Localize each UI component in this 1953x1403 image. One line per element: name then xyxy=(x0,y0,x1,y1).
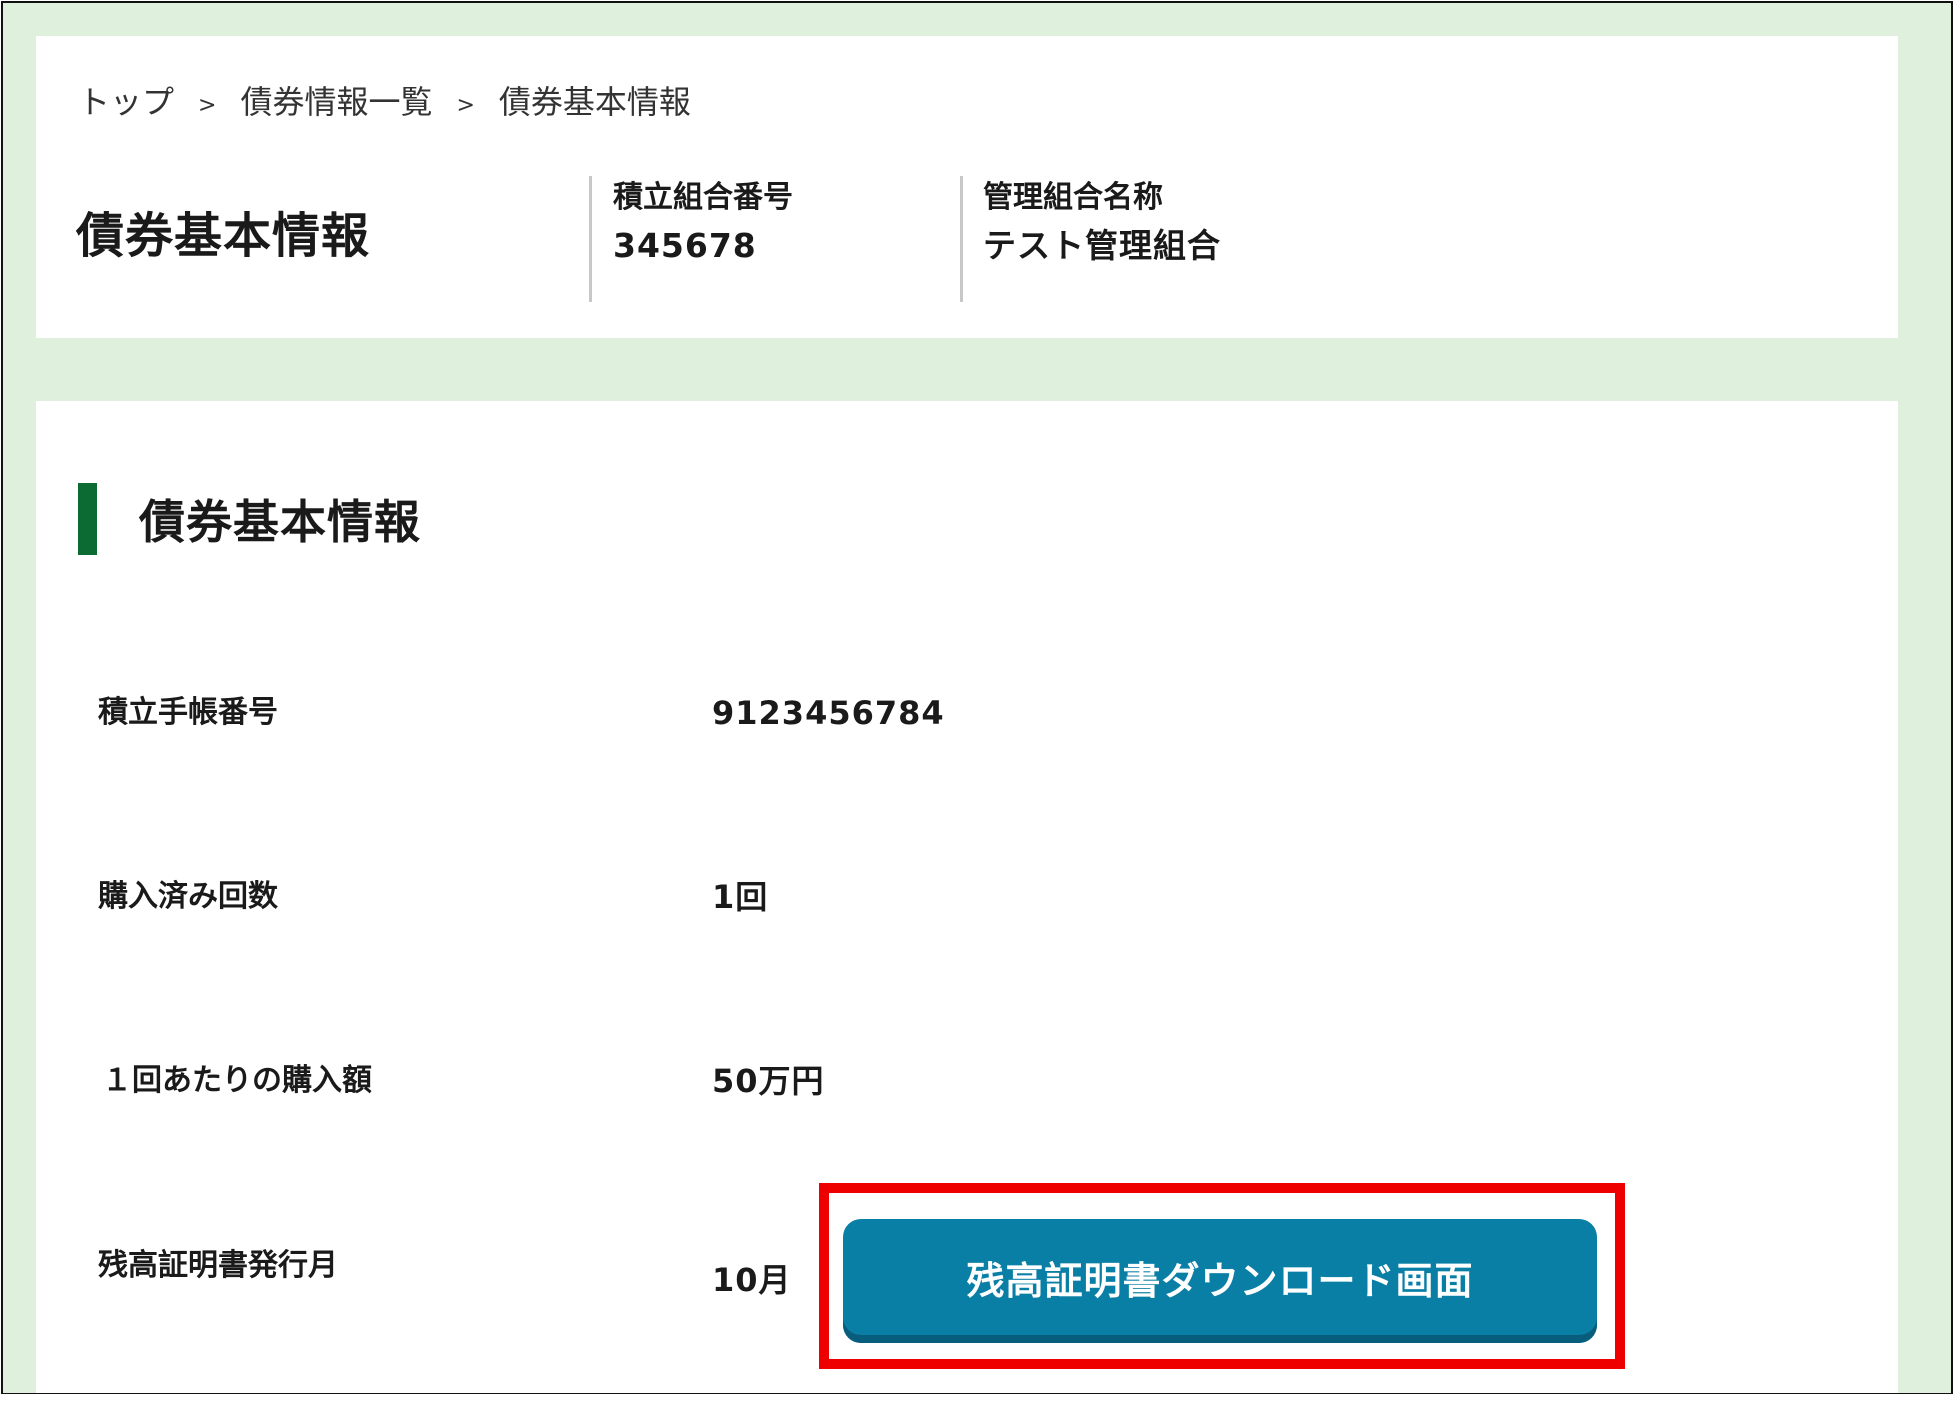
header-divider xyxy=(589,176,592,302)
breadcrumb-top-link[interactable]: トップ xyxy=(78,77,174,123)
section-heading-accent-bar xyxy=(78,483,97,555)
row-value: 9123456784 xyxy=(712,694,945,732)
breadcrumb: トップ > 債券情報一覧 > 債券基本情報 xyxy=(78,76,691,124)
balance-certificate-download-button[interactable]: 残高証明書ダウンロード画面 xyxy=(843,1219,1597,1343)
union-name-block: 管理組合名称 テスト管理組合 xyxy=(983,176,1221,272)
row-label: 残高証明書発行月 xyxy=(98,1248,338,1283)
header-divider xyxy=(960,176,963,302)
breadcrumb-bond-list-link[interactable]: 債券情報一覧 xyxy=(240,77,432,123)
breadcrumb-current-page: 債券基本情報 xyxy=(498,83,691,121)
union-name-label: 管理組合名称 xyxy=(983,180,1163,215)
page-title: 債券基本情報 xyxy=(76,208,371,264)
union-number-label: 積立組合番号 xyxy=(613,180,793,215)
row-label: １回あたりの購入額 xyxy=(102,1063,372,1098)
section-heading: 債券基本情報 xyxy=(78,483,421,555)
union-name-value: テスト管理組合 xyxy=(983,226,1221,265)
info-row-purchase-count: 購入済み回数 1回 xyxy=(36,867,1898,927)
breadcrumb-separator: > xyxy=(456,92,475,118)
row-value: 10月 xyxy=(712,1261,792,1299)
row-label: 積立手帳番号 xyxy=(98,695,278,730)
bottom-margin xyxy=(0,1394,1953,1403)
row-value: 50万円 xyxy=(712,1062,825,1100)
union-number-value: 345678 xyxy=(613,226,757,265)
info-row-passbook-number: 積立手帳番号 9123456784 xyxy=(36,683,1898,743)
row-value: 1回 xyxy=(712,878,769,916)
breadcrumb-separator: > xyxy=(198,92,217,118)
header-panel: トップ > 債券情報一覧 > 債券基本情報 債券基本情報 積立組合番号 3456… xyxy=(36,36,1898,338)
section-title: 債券基本情報 xyxy=(139,495,421,549)
page-frame: トップ > 債券情報一覧 > 債券基本情報 債券基本情報 積立組合番号 3456… xyxy=(1,1,1953,1395)
info-row-purchase-amount: １回あたりの購入額 50万円 xyxy=(36,1051,1898,1111)
union-number-block: 積立組合番号 345678 xyxy=(613,176,793,272)
row-label: 購入済み回数 xyxy=(98,879,278,914)
